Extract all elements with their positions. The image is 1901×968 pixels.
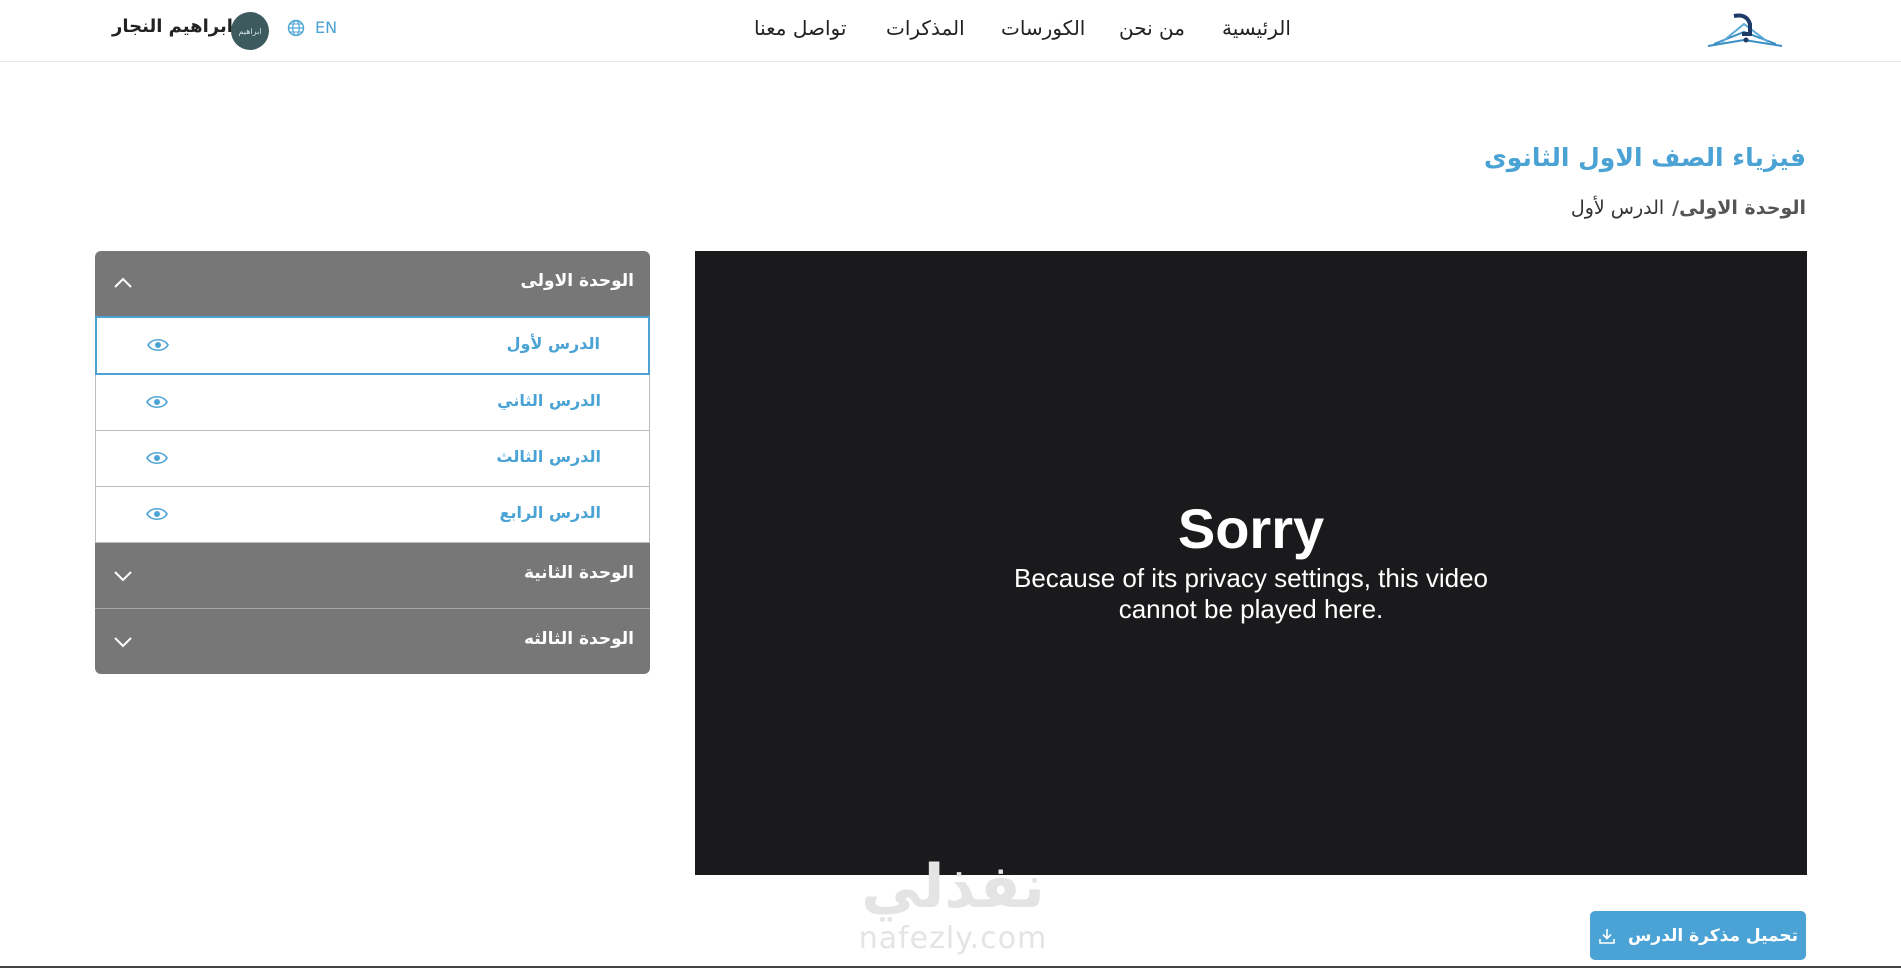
user-name[interactable]: ابراهيم النجار — [112, 16, 233, 37]
lesson-item-2[interactable]: الدرس الثاني — [95, 375, 650, 431]
eye-icon[interactable] — [147, 336, 169, 354]
lesson-label: الدرس الثالث — [496, 447, 601, 466]
language-label: EN — [315, 18, 338, 37]
nav-about[interactable]: من نحن — [1119, 16, 1185, 40]
language-switcher[interactable]: EN — [287, 18, 337, 37]
chevron-up-icon — [114, 277, 132, 288]
download-notes-button[interactable]: تحميل مذكرة الدرس — [1590, 911, 1806, 960]
avatar-text: ابراهيم — [238, 26, 262, 36]
chevron-down-icon — [114, 571, 132, 582]
unit-header-1[interactable]: الوحدة الاولى — [95, 251, 650, 316]
lesson-label: الدرس الرابع — [499, 503, 601, 522]
breadcrumb-unit[interactable]: الوحدة الاولى/ — [1672, 197, 1806, 219]
video-player[interactable]: Sorry Because of its privacy settings, t… — [695, 251, 1807, 875]
nav-home[interactable]: الرئيسية — [1222, 16, 1291, 40]
breadcrumb: الوحدة الاولى/ الدرس لأول — [1571, 197, 1806, 219]
video-error-message: Because of its privacy settings, this vi… — [1013, 563, 1488, 624]
breadcrumb-lesson: الدرس لأول — [1570, 197, 1665, 219]
lesson-item-4[interactable]: الدرس الرابع — [95, 487, 650, 543]
eye-icon[interactable] — [146, 449, 168, 467]
lesson-item-1[interactable]: الدرس لأول — [95, 316, 650, 375]
watermark-latin: nafezly.com — [858, 921, 1048, 956]
unit-header-2[interactable]: الوحدة الثانية — [95, 543, 650, 608]
nav-notes[interactable]: المذكرات — [886, 16, 965, 40]
top-navbar: الرئيسية من نحن الكورسات المذكرات تواصل … — [0, 0, 1901, 62]
unit-title: الوحدة الاولى — [520, 271, 634, 291]
site-logo-icon[interactable] — [1704, 10, 1786, 50]
watermark-arabic: نفذلي — [861, 852, 1045, 922]
unit-title: الوحدة الثالثه — [523, 629, 634, 649]
avatar[interactable]: ابراهيم — [231, 12, 269, 50]
chevron-down-icon — [114, 637, 132, 648]
nav-contact[interactable]: تواصل معنا — [754, 16, 846, 40]
unit-header-3[interactable]: الوحدة الثالثه — [95, 609, 650, 674]
page-title: فيزياء الصف الاول الثانوى — [1483, 143, 1806, 172]
watermark: نفذلي nafezly.com — [843, 852, 1063, 968]
download-notes-label: تحميل مذكرة الدرس — [1627, 925, 1799, 946]
lesson-label: الدرس الثاني — [497, 391, 601, 410]
nav-courses[interactable]: الكورسات — [1001, 16, 1085, 40]
eye-icon[interactable] — [146, 393, 168, 411]
eye-icon[interactable] — [146, 505, 168, 523]
units-accordion: الوحدة الاولى الدرس لأول الدرس الثاني ال… — [95, 251, 650, 674]
lesson-label: الدرس لأول — [506, 334, 600, 353]
unit-title: الوحدة الثانية — [523, 563, 634, 583]
download-icon — [1599, 928, 1615, 944]
lesson-item-3[interactable]: الدرس الثالث — [95, 431, 650, 487]
video-error-title: Sorry — [1177, 497, 1325, 560]
globe-icon — [287, 19, 305, 36]
